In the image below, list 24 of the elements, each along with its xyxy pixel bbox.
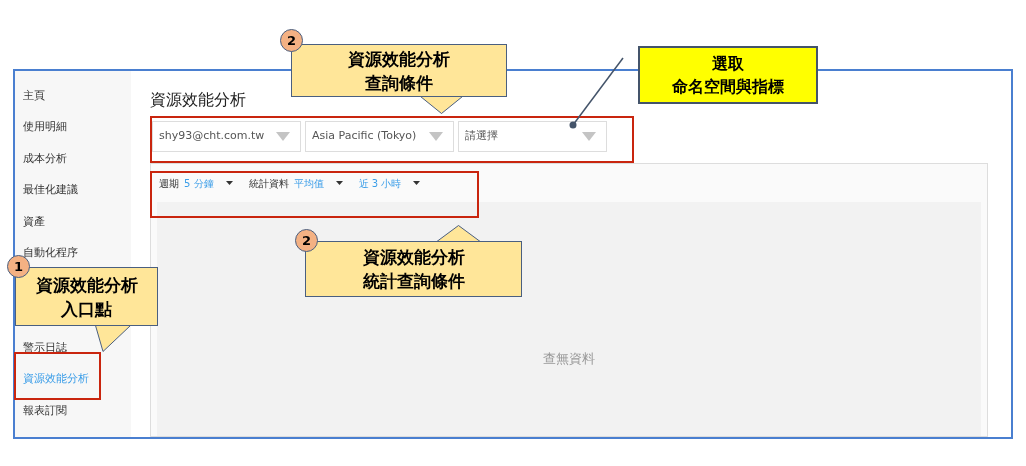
dropdown-arrow-icon bbox=[276, 132, 290, 141]
callout: 選取 命名空間與指標 bbox=[638, 46, 818, 104]
caret-icon bbox=[225, 181, 233, 185]
callout-tail bbox=[420, 96, 463, 114]
select-dropdown[interactable]: Asia Pacific (Tokyo) bbox=[305, 121, 454, 152]
dropdown-arrow-icon bbox=[429, 132, 443, 141]
sidebar-item[interactable]: 最佳化建議 bbox=[23, 174, 78, 206]
select-dropdown[interactable]: shy93@cht.com.tw bbox=[152, 121, 301, 152]
dropdown-arrow-icon bbox=[582, 132, 596, 141]
sidebar-item[interactable]: 警示日誌 bbox=[23, 332, 67, 364]
page-title: 資源效能分析 bbox=[150, 89, 246, 111]
sidebar-item[interactable]: 成本分析 bbox=[23, 143, 67, 175]
caret-icon bbox=[413, 181, 421, 185]
sidebar-item[interactable]: 資產 bbox=[23, 206, 45, 238]
filter-label: 週期 bbox=[159, 176, 179, 191]
callout-tail bbox=[95, 325, 131, 352]
select-dropdown[interactable]: 請選擇 bbox=[458, 121, 607, 152]
sidebar-item[interactable]: 主頁 bbox=[23, 80, 45, 112]
filter-label: 統計資料 bbox=[248, 176, 289, 191]
number-badge: 2 bbox=[280, 29, 303, 52]
sidebar-item[interactable]: 使用明細 bbox=[23, 111, 67, 143]
caret-icon bbox=[335, 181, 343, 185]
empty-message: 查無資料 bbox=[543, 350, 595, 369]
sidebar-item[interactable]: 報表訂閱 bbox=[23, 395, 67, 427]
